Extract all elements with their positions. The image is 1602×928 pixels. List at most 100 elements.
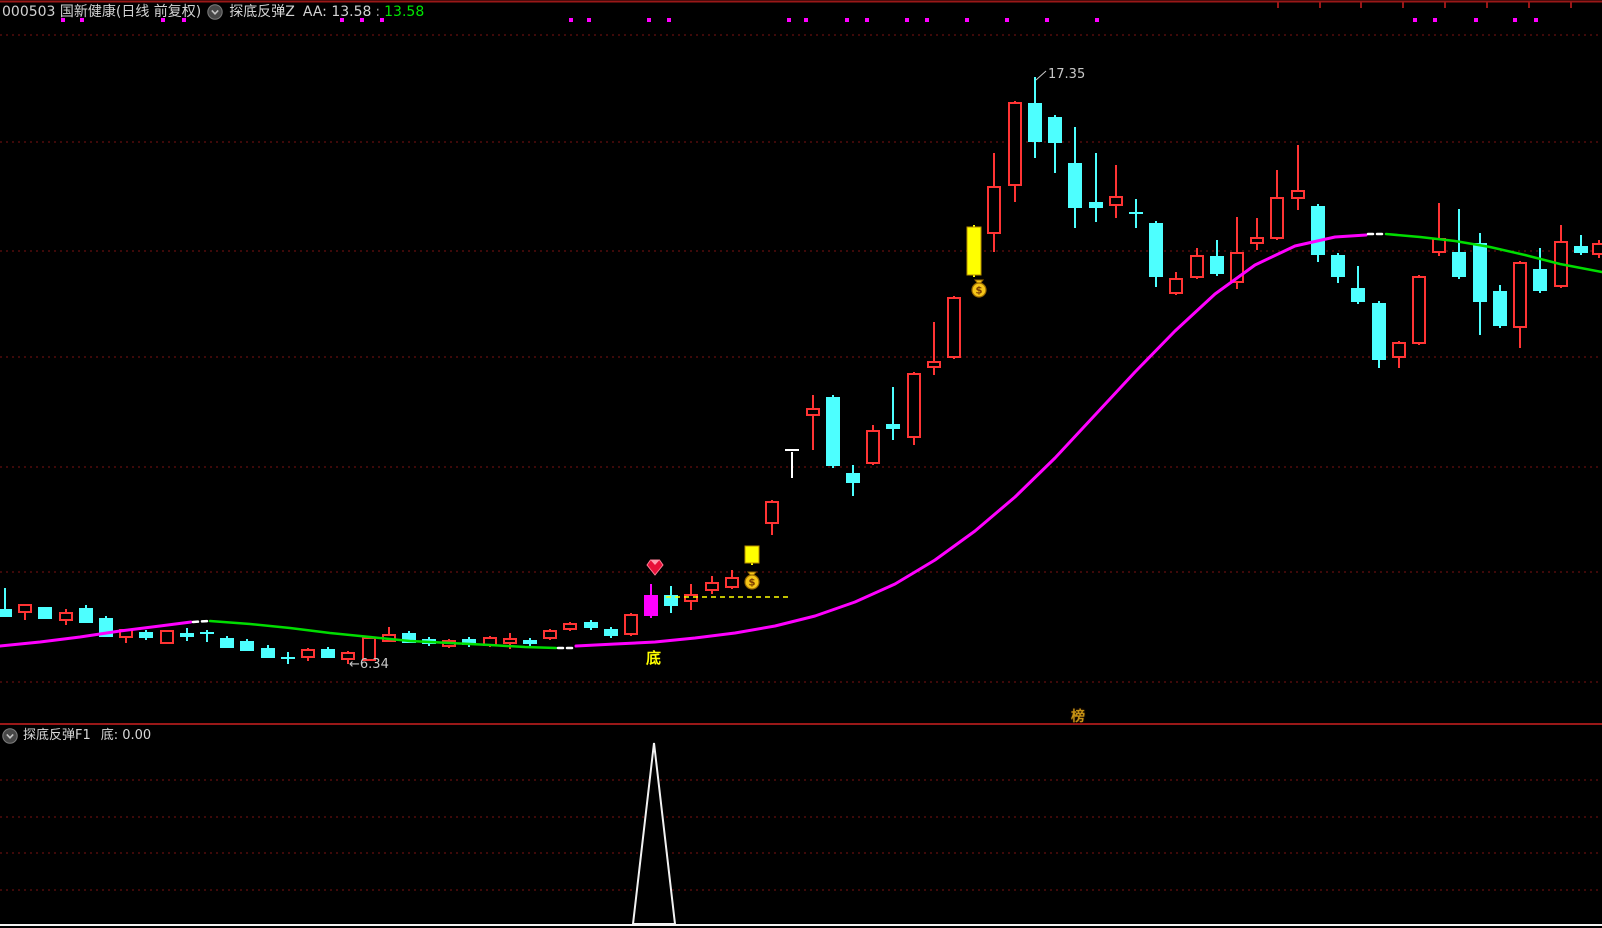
candle-down [1574, 246, 1588, 253]
bottom-signal-label: 底 [646, 649, 662, 667]
signal-dot [1095, 18, 1099, 22]
candle-down [240, 641, 254, 651]
main-chart-header: 000503 国新健康(日线 前复权) 探底反弹Z AA: 13.58 : 13… [2, 3, 424, 21]
candle-down [886, 424, 900, 429]
candle-up [1392, 342, 1406, 358]
sub-indicator-name[interactable]: 探底反弹F1 [23, 728, 91, 744]
candle-up [1432, 238, 1446, 253]
candle-down [200, 632, 214, 634]
candle-up [705, 582, 719, 591]
candle-down [846, 473, 860, 483]
peak-pointer-line [1035, 70, 1047, 81]
candle-down [1210, 256, 1224, 274]
candle-signal [744, 545, 760, 564]
candle-down [38, 607, 52, 619]
candle-up [1412, 276, 1426, 344]
candle-down [604, 629, 618, 636]
candle-up [563, 623, 577, 630]
candle-up [684, 594, 698, 602]
signal-triangle [631, 742, 677, 925]
peak-price-label: 17.35 [1048, 67, 1086, 82]
candle-up [1190, 255, 1204, 278]
candle-down [1028, 103, 1042, 142]
value-separator: : [375, 4, 381, 20]
signal-dot [1534, 18, 1538, 22]
indicator-value: AA: 13.58 [302, 4, 372, 20]
candle-up [1270, 197, 1284, 239]
money-bag-dollar: $ [976, 286, 983, 297]
rank-label[interactable]: 榜 [1071, 706, 1085, 726]
candle-down [1493, 291, 1507, 326]
ma-line-dash [191, 619, 210, 624]
candle-up [59, 612, 73, 621]
signal-dot [569, 18, 573, 22]
chevron-down-icon[interactable] [207, 4, 223, 20]
signal-dot [925, 18, 929, 22]
signal-dot [1045, 18, 1049, 22]
chevron-down-icon[interactable] [2, 727, 18, 744]
candle-down [1048, 117, 1062, 143]
candle-up [1513, 262, 1527, 328]
candle-down [1351, 288, 1365, 302]
candlestick-chart[interactable]: $$ [0, 0, 1602, 928]
sub-panel-header: 探底反弹F1 底: 0.00 [2, 727, 151, 744]
signal-dot [1413, 18, 1417, 22]
candle-down [281, 657, 295, 659]
candle-down [1331, 255, 1345, 277]
ma-line-green [1384, 232, 1602, 274]
candle-down [1372, 303, 1386, 360]
candle-up [1250, 237, 1264, 244]
candle-up [624, 614, 638, 635]
indicator-value-green: 13.58 [384, 4, 425, 20]
candle-down [0, 609, 12, 617]
signal-dot [667, 18, 671, 22]
ma-line-magenta [574, 233, 1368, 648]
low-price-label: ←6.34 [349, 657, 389, 672]
candle-up [927, 361, 941, 368]
signal-dot [1474, 18, 1478, 22]
candle-down [79, 608, 93, 623]
candle-up [987, 186, 1001, 234]
signal-dot [905, 18, 909, 22]
money-bag-dollar: $ [749, 578, 756, 589]
stock-title: 000503 国新健康(日线 前复权) [2, 4, 202, 20]
candle-up [160, 630, 174, 644]
candle-up [1109, 196, 1123, 206]
candle-down [523, 640, 537, 644]
candle-down [1089, 202, 1103, 208]
indicator-name[interactable]: 探底反弹Z [229, 3, 295, 21]
candle-down [180, 633, 194, 637]
signal-dot [804, 18, 808, 22]
candle-down [1311, 206, 1325, 255]
candle-down [1473, 243, 1487, 302]
candle-up [18, 604, 32, 613]
candle-down [1068, 163, 1082, 208]
stock-chart-app: $ $ 000503 国新健康(日线 前复权) 探底反弹Z AA: 13.58 :… [0, 0, 1602, 928]
candle-up [866, 430, 880, 464]
candle-down [220, 638, 234, 648]
signal-dot [865, 18, 869, 22]
candle-down [1533, 269, 1547, 291]
candle-down [826, 397, 840, 466]
signal-dot [1005, 18, 1009, 22]
candle-up [1008, 102, 1022, 186]
candle-up [765, 501, 779, 524]
candle-down [139, 632, 153, 638]
candle-up [907, 373, 921, 438]
candle-down [1129, 212, 1143, 214]
candle-up [1592, 243, 1602, 255]
candle-down [321, 649, 335, 658]
candle-down [584, 622, 598, 628]
candle-up [725, 577, 739, 588]
candle-signal [644, 595, 658, 616]
candle-down [1452, 252, 1466, 277]
candle-up [301, 649, 315, 658]
candle-signal [966, 226, 982, 276]
sub-indicator-value: 底: 0.00 [100, 727, 152, 743]
signal-dot [965, 18, 969, 22]
candle-up [503, 638, 517, 644]
candle-up [947, 297, 961, 358]
signal-dot [1513, 18, 1517, 22]
candle-down [1149, 223, 1163, 277]
candle-up [806, 408, 820, 416]
